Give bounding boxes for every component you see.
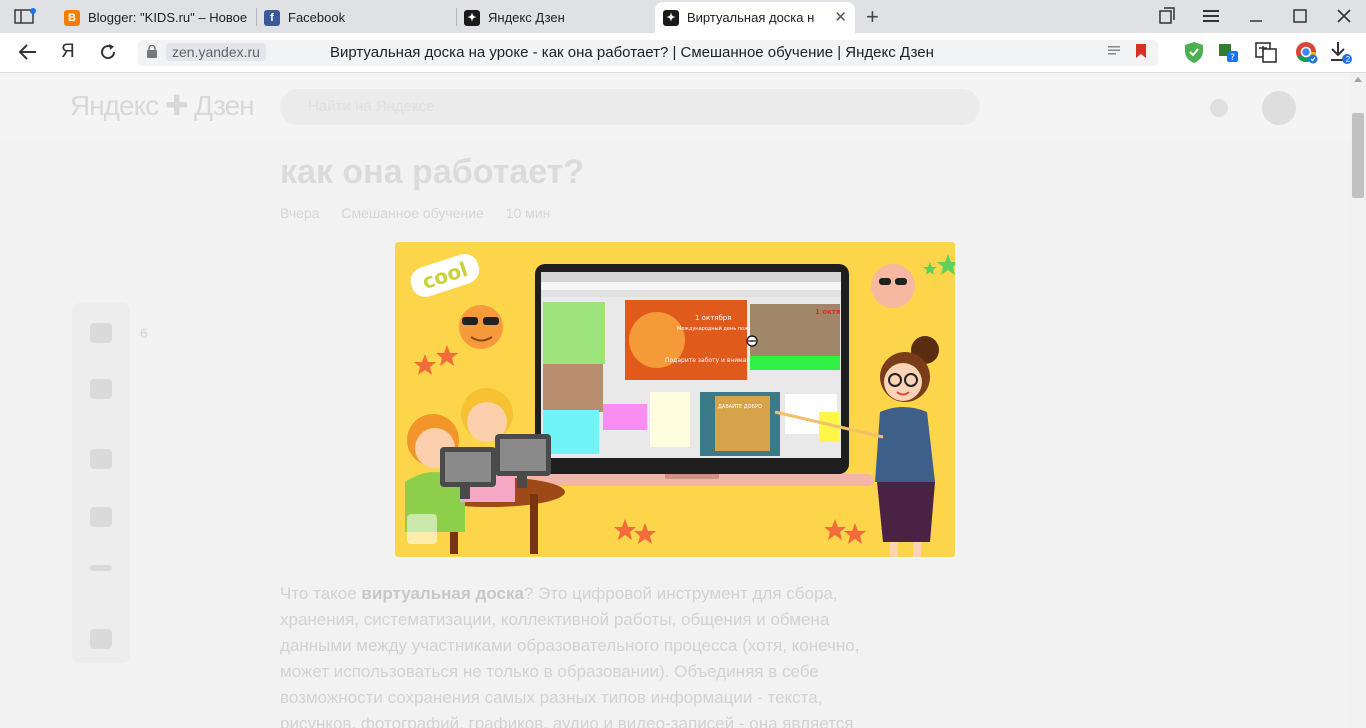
publish-date: Вчера bbox=[280, 205, 320, 221]
tab-title: Яндекс Дзен bbox=[488, 10, 565, 25]
extension-puzzle-icon[interactable]: ? bbox=[1216, 40, 1240, 64]
browser-toolbar: Я zen.yandex.ru Виртуальная доска на уро… bbox=[0, 33, 1366, 73]
lock-icon[interactable] bbox=[146, 45, 158, 58]
tab-strip: B Blogger: "KIDS.ru" – Новое f Facebook … bbox=[0, 0, 1366, 33]
bookmark-icon[interactable] bbox=[1136, 44, 1146, 58]
svg-text:?: ? bbox=[1230, 53, 1235, 63]
close-window-icon[interactable] bbox=[1337, 9, 1351, 23]
zen-icon: ✦ bbox=[663, 9, 679, 26]
chrome-icon[interactable] bbox=[1294, 40, 1318, 64]
vk-icon[interactable] bbox=[90, 449, 112, 469]
channel-name[interactable]: Смешанное обучение bbox=[341, 205, 483, 221]
scrollbar-thumb[interactable] bbox=[1352, 113, 1364, 198]
screen-caption: 1 октября bbox=[695, 314, 731, 322]
article-text: Что такое bbox=[280, 584, 362, 603]
search-placeholder: Найти на Яндексе bbox=[308, 98, 435, 115]
back-arrow-icon[interactable] bbox=[18, 43, 38, 61]
article-body: Что такое виртуальная доска? Это цифрово… bbox=[280, 581, 880, 728]
reader-mode-icon[interactable] bbox=[1108, 45, 1120, 57]
article-title: как она работает? bbox=[280, 153, 585, 191]
scroll-up-arrow-icon[interactable] bbox=[1354, 77, 1362, 82]
dislike-icon[interactable] bbox=[90, 379, 112, 399]
tab-facebook[interactable]: f Facebook bbox=[256, 2, 456, 33]
cursor-icon bbox=[746, 335, 758, 347]
screen-caption: ДАВАЙТЕ ДОБРО bbox=[718, 403, 762, 410]
tab-title: Виртуальная доска на уро bbox=[687, 10, 815, 25]
facebook-icon: f bbox=[264, 9, 280, 26]
tab-blogger[interactable]: B Blogger: "KIDS.ru" – Новое bbox=[56, 2, 256, 33]
reload-icon[interactable] bbox=[99, 43, 117, 61]
page-viewport: Яндекс ✚ Дзен Найти на Яндексе как она р… bbox=[0, 73, 1350, 728]
like-icon[interactable] bbox=[90, 323, 112, 343]
maximize-icon[interactable] bbox=[1293, 9, 1307, 23]
minimize-icon[interactable] bbox=[1249, 9, 1263, 23]
page-title-in-omnibox[interactable]: Виртуальная доска на уроке - как она раб… bbox=[330, 44, 934, 61]
tab-title: Blogger: "KIDS.ru" – Новое bbox=[88, 10, 248, 25]
share-sidebar bbox=[72, 303, 130, 663]
article-image[interactable]: cool 1 октября Международный день пожилы… bbox=[395, 242, 955, 557]
tabs-panel-icon[interactable] bbox=[14, 8, 36, 24]
likes-count: 6 bbox=[140, 325, 148, 341]
screen-caption: 1 октя bbox=[815, 308, 840, 316]
article-text-bold: виртуальная доска bbox=[361, 584, 524, 603]
tab-title: Facebook bbox=[288, 10, 346, 25]
read-time: 10 мин bbox=[505, 205, 551, 221]
shield-icon[interactable] bbox=[1182, 40, 1206, 64]
blogger-icon: B bbox=[64, 9, 80, 26]
yandex-button[interactable]: Я bbox=[61, 41, 75, 63]
notifications-bell-icon[interactable] bbox=[1210, 99, 1228, 117]
url-domain[interactable]: zen.yandex.ru bbox=[166, 43, 266, 61]
screen-caption: Подарите заботу и внимание bbox=[665, 357, 758, 364]
facebook-share-icon[interactable] bbox=[90, 507, 112, 527]
comments-icon[interactable] bbox=[90, 629, 112, 649]
collections-icon[interactable] bbox=[1158, 7, 1176, 25]
close-tab-icon[interactable]: ✕ bbox=[834, 8, 847, 26]
article-meta: Вчера Смешанное обучение 10 мин bbox=[280, 205, 568, 221]
new-tab-plus-icon[interactable]: + bbox=[866, 4, 879, 30]
tab-virtual-board[interactable]: ✦ Виртуальная доска на уро ✕ bbox=[655, 2, 855, 33]
image-gallery-icon[interactable] bbox=[407, 514, 437, 544]
menu-icon[interactable] bbox=[1203, 9, 1219, 23]
zen-header: Яндекс ✚ Дзен Найти на Яндексе bbox=[0, 73, 1350, 141]
vertical-scrollbar[interactable] bbox=[1350, 73, 1366, 728]
tab-yandex-zen[interactable]: ✦ Яндекс Дзен bbox=[456, 2, 654, 33]
more-icon[interactable] bbox=[90, 565, 112, 571]
zen-search-input[interactable]: Найти на Яндексе bbox=[280, 89, 980, 125]
translate-icon[interactable] bbox=[1254, 40, 1278, 64]
illustration-virtual-board: cool 1 октября Международный день пожилы… bbox=[405, 254, 955, 557]
address-bar[interactable]: zen.yandex.ru Виртуальная доска на уроке… bbox=[138, 40, 1158, 66]
downloads-badge: 2 bbox=[1345, 55, 1351, 64]
article-text: ? Это цифровой инструмент для сбора, хра… bbox=[280, 584, 860, 728]
zen-logo[interactable]: Яндекс ✚ Дзен bbox=[70, 89, 255, 122]
zen-icon: ✦ bbox=[464, 9, 480, 26]
avatar[interactable] bbox=[1262, 91, 1296, 125]
